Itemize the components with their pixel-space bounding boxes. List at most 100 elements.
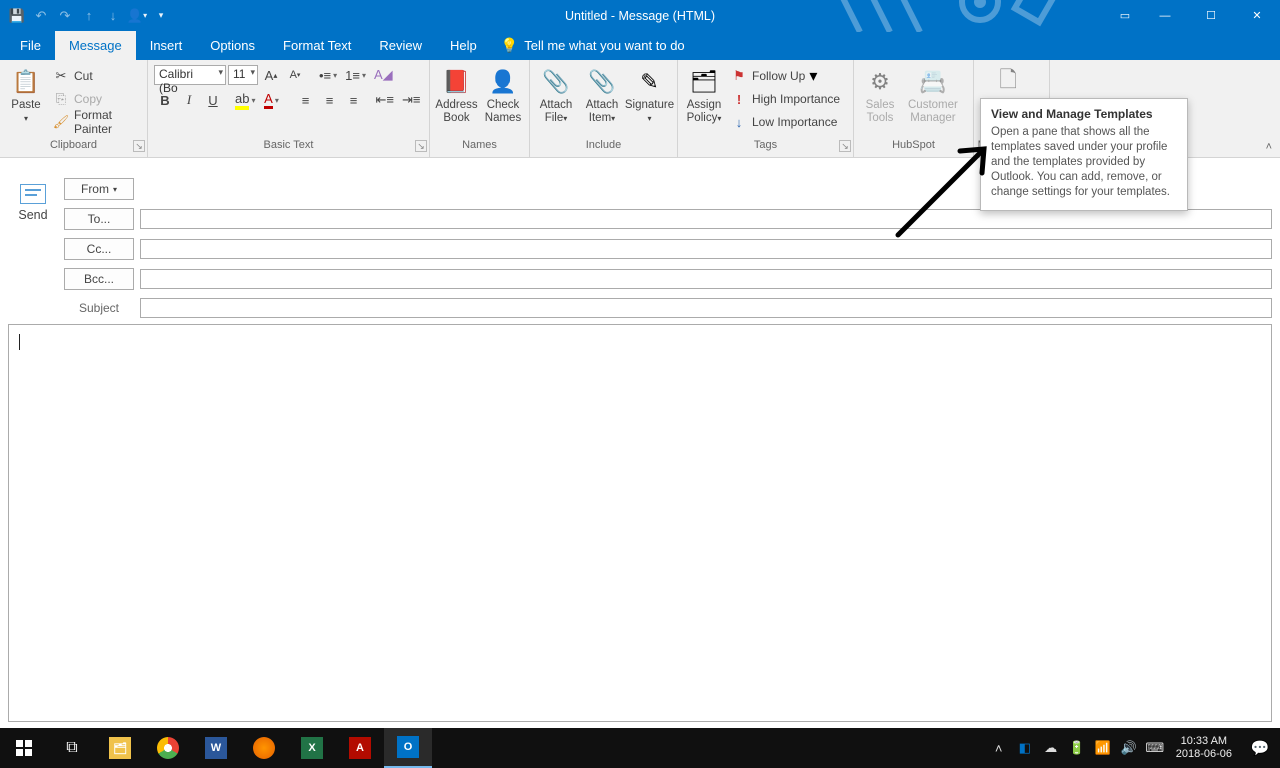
account-icon[interactable]: 👤▾ [128,7,146,25]
clock-time: 10:33 AM [1181,735,1227,748]
send-button[interactable]: Send [8,178,58,318]
sales-tools-button[interactable]: ⚙Sales Tools [858,64,902,125]
message-body-editor[interactable] [8,324,1272,722]
tray-onedrive-icon[interactable]: ☁ [1038,728,1064,768]
text-cursor [19,334,20,350]
shrink-font-button[interactable]: A▾ [284,64,306,86]
file-explorer-button[interactable]: 🗂 [96,728,144,768]
subject-input[interactable] [140,298,1272,318]
task-view-button[interactable]: ⧉ [48,728,96,768]
cut-button[interactable]: ✂Cut [50,65,143,87]
tab-review[interactable]: Review [365,31,436,60]
lightbulb-icon: 💡 [501,37,518,54]
ribbon-tabs: File Message Insert Options Format Text … [0,31,1280,60]
cc-input[interactable] [140,239,1272,259]
customize-qat-icon[interactable]: ▾ [152,7,170,25]
acrobat-button[interactable]: A [336,728,384,768]
from-button[interactable]: From▾ [64,178,134,200]
clipboard-launcher[interactable]: ↘ [133,140,145,152]
follow-up-button[interactable]: ⚑Follow Up▾ [728,65,840,87]
font-color-button[interactable]: A▾ [260,89,282,111]
next-icon[interactable]: ↓ [104,7,122,25]
low-importance-button[interactable]: ↓Low Importance [728,111,840,133]
tab-message[interactable]: Message [55,31,136,60]
decrease-indent-button[interactable]: ⇤≡ [372,89,396,111]
align-right-button[interactable]: ≡ [342,89,364,111]
group-names: 📕Address Book 👤Check Names Names [430,60,530,157]
maximize-button[interactable]: ☐ [1188,0,1234,31]
tray-volume-icon[interactable]: 🔊 [1116,728,1142,768]
clear-formatting-button[interactable]: A◢ [371,64,396,86]
tray-input-icon[interactable]: ⌨ [1142,728,1168,768]
brush-icon: 🖌 [50,111,72,133]
tab-insert[interactable]: Insert [136,31,197,60]
chrome-button[interactable] [144,728,192,768]
word-button[interactable]: W [192,728,240,768]
bcc-input[interactable] [140,269,1272,289]
attach-file-button[interactable]: 📎Attach File▾ [534,64,578,125]
group-basic-text: Calibri (Bo 11 A▴ A▾ •≡▾ 1≡▾ A◢ B I U ab… [148,60,430,157]
customer-manager-button[interactable]: 📇Customer Manager [904,64,962,125]
templates-tooltip: View and Manage Templates Open a pane th… [980,98,1188,211]
address-book-button[interactable]: 📕Address Book [434,64,479,125]
numbering-button[interactable]: 1≡▾ [342,64,369,86]
cc-button[interactable]: Cc... [64,238,134,260]
tray-overflow-button[interactable]: ˄ [986,728,1012,768]
signature-button[interactable]: ✎Signature▾ [626,64,673,125]
font-name-combo[interactable]: Calibri (Bo [154,65,226,85]
format-painter-button[interactable]: 🖌Format Painter [50,111,143,133]
assign-policy-button[interactable]: 🗂Assign Policy▾ [682,64,726,125]
save-icon[interactable]: 💾 [8,7,26,25]
tab-help[interactable]: Help [436,31,491,60]
firefox-button[interactable] [240,728,288,768]
to-input[interactable] [140,209,1272,229]
group-tags: 🗂Assign Policy▾ ⚑Follow Up▾ !High Import… [678,60,854,157]
taskbar-clock[interactable]: 10:33 AM 2018-06-06 [1168,735,1240,761]
basic-text-launcher[interactable]: ↘ [415,140,427,152]
action-center-button[interactable]: 💬 [1240,739,1280,757]
close-button[interactable]: ✕ [1234,0,1280,31]
ribbon-display-button[interactable]: ▭ [1108,0,1142,31]
attach-item-icon: 📎 [586,66,618,98]
tray-battery-icon[interactable]: 🔋 [1064,728,1090,768]
signature-icon: ✎ [634,66,666,98]
undo-icon[interactable]: ↶ [32,7,50,25]
clock-date: 2018-06-06 [1176,748,1232,761]
tray-outlook-icon[interactable]: ◧ [1012,728,1038,768]
bullets-button[interactable]: •≡▾ [316,64,340,86]
copy-button[interactable]: ⎘Copy [50,88,143,110]
start-button[interactable] [0,728,48,768]
tab-options[interactable]: Options [196,31,269,60]
tags-launcher[interactable]: ↘ [839,140,851,152]
grow-font-button[interactable]: A▴ [260,64,282,86]
tray-wifi-icon[interactable]: 📶 [1090,728,1116,768]
tab-format-text[interactable]: Format Text [269,31,365,60]
to-button[interactable]: To... [64,208,134,230]
attach-item-button[interactable]: 📎Attach Item▾ [580,64,624,125]
increase-indent-button[interactable]: ⇥≡ [399,89,423,111]
tab-file[interactable]: File [6,31,55,60]
bcc-button[interactable]: Bcc... [64,268,134,290]
italic-button[interactable]: I [178,89,200,111]
templates-icon: 🗋 [992,66,1024,98]
align-left-button[interactable]: ≡ [294,89,316,111]
highlight-button[interactable]: ab▾ [232,89,258,111]
check-names-icon: 👤 [487,66,519,98]
high-importance-button[interactable]: !High Importance [728,88,840,110]
paste-button[interactable]: 📋 Paste▾ [4,64,48,125]
group-include: 📎Attach File▾ 📎Attach Item▾ ✎Signature▾ … [530,60,678,157]
underline-button[interactable]: U [202,89,224,111]
font-size-combo[interactable]: 11 [228,65,258,85]
excel-button[interactable]: X [288,728,336,768]
tooltip-title: View and Manage Templates [991,107,1177,121]
redo-icon[interactable]: ↷ [56,7,74,25]
collapse-ribbon-button[interactable]: ˄ [1266,141,1272,153]
align-center-button[interactable]: ≡ [318,89,340,111]
check-names-button[interactable]: 👤Check Names [481,64,525,125]
prev-icon[interactable]: ↑ [80,7,98,25]
group-hubspot: ⚙Sales Tools 📇Customer Manager HubSpot [854,60,974,157]
tell-me-search[interactable]: 💡 Tell me what you want to do [491,31,685,60]
outlook-button[interactable]: O [384,728,432,768]
flag-icon: ⚑ [728,65,750,87]
minimize-button[interactable]: — [1142,0,1188,31]
